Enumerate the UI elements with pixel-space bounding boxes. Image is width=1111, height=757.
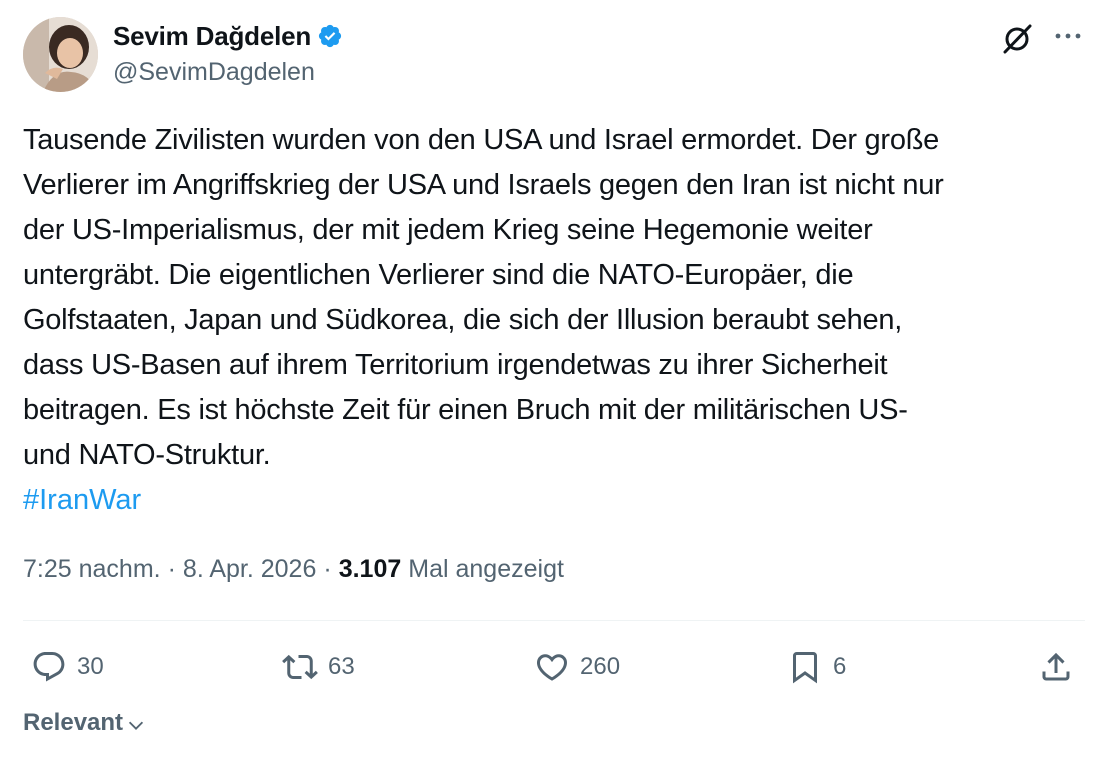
grok-icon[interactable] (1000, 22, 1034, 56)
replies-sort-label: Relevant (23, 709, 124, 736)
tweet-card: Sevim Dağdelen @SevimDagdelen Tausende Z… (0, 0, 1111, 757)
retweet-count: 63 (328, 653, 355, 680)
avatar-photo (23, 17, 98, 92)
display-name[interactable]: Sevim Dağdelen (113, 21, 311, 52)
avatar[interactable] (23, 17, 98, 92)
divider (23, 620, 1085, 621)
tweet-meta: 7:25 nachm. · 8. Apr. 2026 · 3.107 Mal a… (23, 555, 564, 584)
bookmark-count: 6 (833, 653, 847, 680)
meta-separator: · (323, 555, 332, 583)
views-count[interactable]: 3.107 (339, 555, 402, 584)
retweet-button[interactable]: 63 (282, 646, 355, 688)
chevron-down-icon (128, 721, 144, 730)
retweet-icon (282, 654, 318, 680)
bookmark-button[interactable]: 6 (787, 646, 846, 688)
author-handle[interactable]: @SevimDagdelen (113, 58, 315, 87)
reply-icon (33, 652, 65, 682)
verified-badge-icon[interactable] (317, 23, 343, 49)
tweet-date[interactable]: 8. Apr. 2026 (183, 555, 316, 584)
like-button[interactable]: 260 (534, 646, 620, 688)
tweet-time[interactable]: 7:25 nachm. (23, 555, 161, 584)
views-label[interactable]: Mal angezeigt (408, 555, 564, 584)
meta-separator: · (167, 555, 176, 583)
hashtag-link[interactable]: #IranWar (23, 478, 141, 523)
like-count: 260 (580, 653, 621, 680)
reply-button[interactable]: 30 (31, 646, 104, 688)
share-button[interactable] (1038, 646, 1074, 688)
reply-count: 30 (77, 653, 104, 680)
replies-sort-dropdown[interactable]: Relevant (23, 709, 147, 737)
more-options-icon[interactable] (1052, 20, 1084, 52)
heart-icon (536, 654, 568, 681)
share-icon (1042, 652, 1070, 681)
author-name-row[interactable]: Sevim Dağdelen (113, 18, 343, 54)
tweet-text: Tausende Zivilisten wurden von den USA u… (23, 124, 944, 471)
bookmark-icon (793, 652, 817, 684)
